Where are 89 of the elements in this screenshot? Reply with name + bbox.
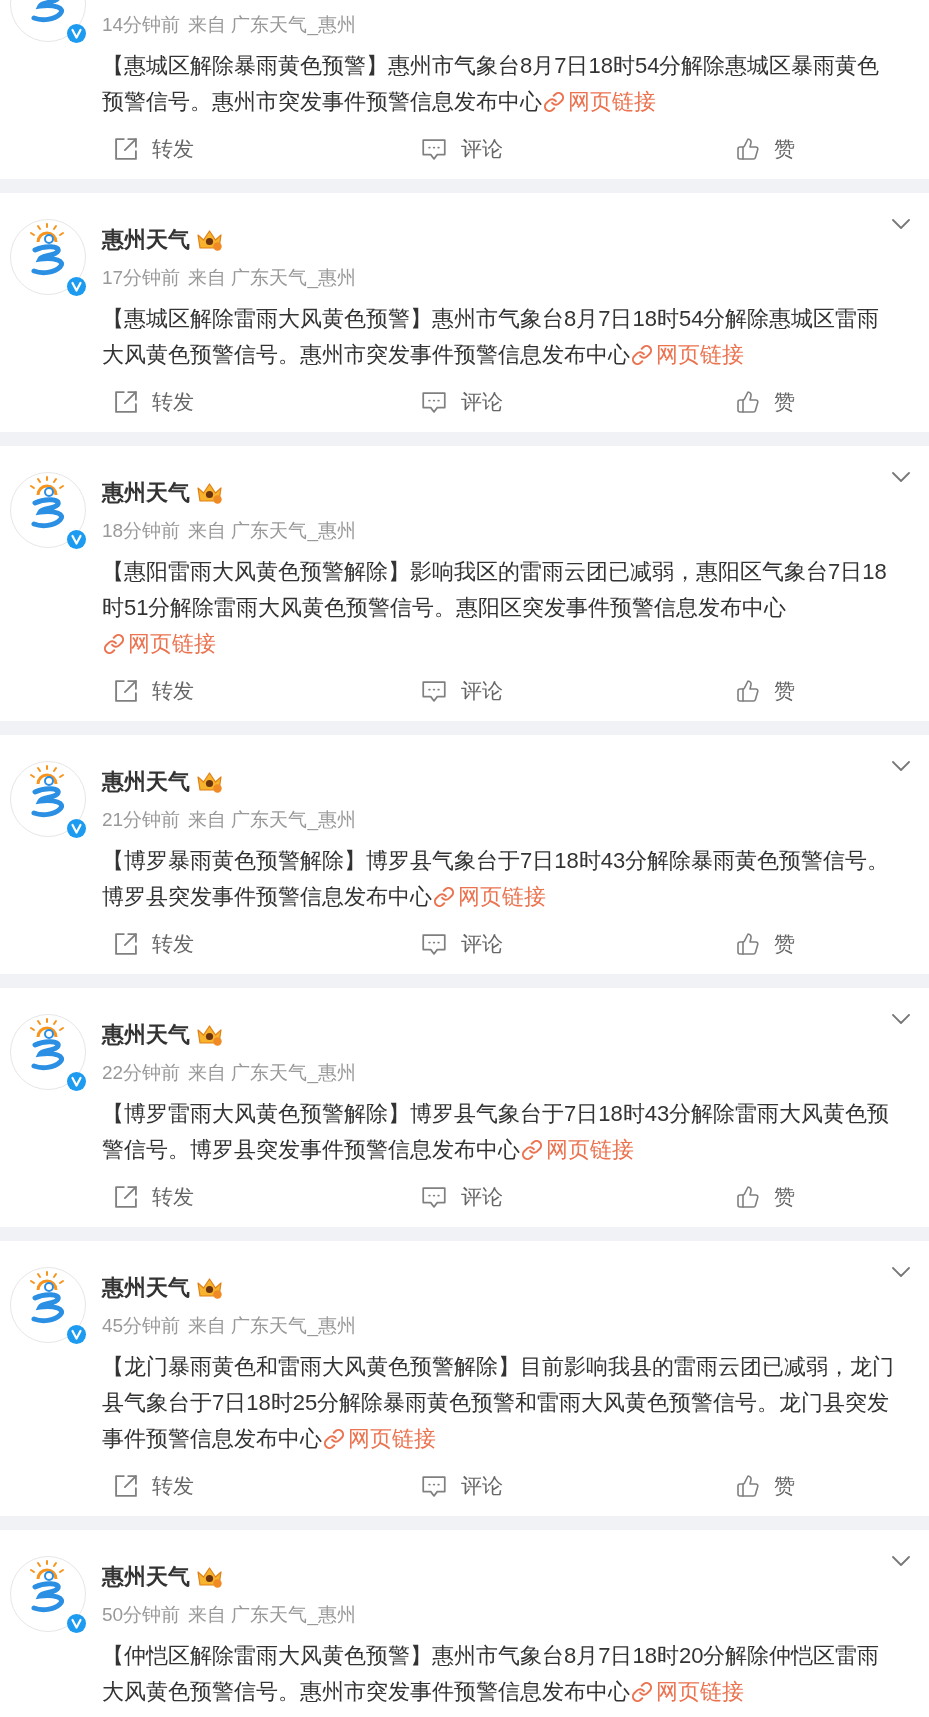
post-time: 21分钟前 — [102, 808, 181, 832]
web-link[interactable]: 网页链接 — [630, 1679, 744, 1704]
like-button[interactable]: 赞 — [737, 387, 795, 417]
web-link[interactable]: 网页链接 — [542, 89, 656, 114]
post-source: 来自 广东天气_惠州 — [188, 1061, 356, 1086]
crown-icon — [196, 1566, 223, 1588]
author-name[interactable]: 惠州天气 — [102, 761, 190, 803]
post-text: 【惠城区解除雷雨大风黄色预警】惠州市气象台8月7日18时54分解除惠城区雷雨大风黄色预警信号。惠州市突发事件预警信息发布中心 网页链接 — [102, 305, 881, 369]
comment-button[interactable]: 评论 — [422, 134, 503, 164]
like-button[interactable]: 赞 — [737, 929, 795, 959]
post-time: 17分钟前 — [102, 266, 181, 290]
comment-button[interactable]: 评论 — [422, 676, 503, 706]
chevron-down-icon[interactable] — [892, 1556, 910, 1566]
comment-icon — [422, 138, 446, 160]
post-text: 【惠城区解除暴雨黄色预警】惠州市气象台8月7日18时54分解除惠城区暴雨黄色预警信号。惠州市突发事件预警信息发布中心 网页链接 — [102, 52, 881, 116]
share-icon — [115, 138, 137, 160]
like-button[interactable]: 赞 — [737, 1182, 795, 1212]
share-icon — [115, 1186, 137, 1208]
repost-button[interactable]: 转发 — [115, 1182, 194, 1212]
repost-button[interactable]: 转发 — [115, 387, 194, 417]
comment-icon — [422, 391, 446, 413]
crown-icon — [196, 1024, 223, 1046]
share-icon — [115, 680, 137, 702]
repost-button[interactable]: 转发 — [115, 134, 194, 164]
crown-icon — [196, 771, 223, 793]
share-icon — [115, 933, 137, 955]
author-name[interactable]: 惠州天气 — [102, 472, 190, 514]
author-name[interactable]: 惠州天气 — [102, 1014, 190, 1056]
repost-button[interactable]: 转发 — [115, 676, 194, 706]
chevron-down-icon[interactable] — [892, 761, 910, 771]
thumbs-up-icon — [737, 138, 759, 160]
post-time: 50分钟前 — [102, 1603, 181, 1627]
link-icon — [522, 1140, 542, 1160]
crown-icon — [196, 482, 223, 504]
share-icon — [115, 1475, 137, 1497]
post-time: 45分钟前 — [102, 1314, 181, 1338]
post-source: 来自 广东天气_惠州 — [188, 808, 356, 833]
post-text: 【博罗暴雨黄色预警解除】博罗县气象台于7日18时43分解除暴雨黄色预警信号。博罗县突发事件预警信息发布中心 网页链接 — [102, 847, 891, 911]
post-text: 【博罗雷雨大风黄色预警解除】博罗县气象台于7日18时43分解除雷雨大风黄色预警信号。博罗县突发事件预警信息发布中心 网页链接 — [102, 1100, 891, 1164]
post-time: 14分钟前 — [102, 13, 181, 37]
chevron-down-icon[interactable] — [892, 219, 910, 229]
post-source: 来自 广东天气_惠州 — [188, 266, 356, 291]
post-source: 来自 广东天气_惠州 — [188, 13, 356, 38]
post-text: 【仲恺区解除雷雨大风黄色预警】惠州市气象台8月7日18时20分解除仲恺区雷雨大风黄色预警信号。惠州市突发事件预警信息发布中心 网页链接 — [102, 1642, 881, 1706]
thumbs-up-icon — [737, 1475, 759, 1497]
comment-button[interactable]: 评论 — [422, 1471, 503, 1501]
thumbs-up-icon — [737, 933, 759, 955]
web-link[interactable]: 网页链接 — [102, 631, 216, 656]
crown-icon — [196, 229, 223, 251]
author-name[interactable]: 惠州天气 — [102, 1556, 190, 1598]
post-time: 22分钟前 — [102, 1061, 181, 1085]
link-icon — [632, 1682, 652, 1702]
comment-icon — [422, 680, 446, 702]
thumbs-up-icon — [737, 391, 759, 413]
repost-button[interactable]: 转发 — [115, 1471, 194, 1501]
link-icon — [544, 92, 564, 112]
author-name[interactable]: 惠州天气 — [102, 1267, 190, 1309]
like-button[interactable]: 赞 — [737, 134, 795, 164]
comment-button[interactable]: 评论 — [422, 387, 503, 417]
post-text: 【龙门暴雨黄色和雷雨大风黄色预警解除】目前影响我县的雷雨云团已减弱，龙门县气象台于7日18时25分解除暴雨黄色预警和雷雨大风黄色预警信号。龙门县突发事件预警信息发布中心 网页链接 — [102, 1353, 895, 1453]
chevron-down-icon[interactable] — [892, 472, 910, 482]
post-source: 来自 广东天气_惠州 — [188, 1603, 356, 1628]
post-text: 【惠阳雷雨大风黄色预警解除】影响我区的雷雨云团已减弱，惠阳区气象台7日18时51分解除雷雨大风黄色预警信号。惠阳区突发事件预警信息发布中心 网页链接 — [102, 558, 888, 658]
link-icon — [104, 634, 124, 654]
post-time: 18分钟前 — [102, 519, 181, 543]
link-icon — [434, 887, 454, 907]
chevron-down-icon[interactable] — [892, 1014, 910, 1024]
web-link[interactable]: 网页链接 — [520, 1137, 634, 1162]
repost-button[interactable]: 转发 — [115, 929, 194, 959]
like-button[interactable]: 赞 — [737, 676, 795, 706]
comment-button[interactable]: 评论 — [422, 1182, 503, 1212]
link-icon — [632, 345, 652, 365]
post-source: 来自 广东天气_惠州 — [188, 519, 356, 544]
crown-icon — [196, 1277, 223, 1299]
chevron-down-icon[interactable] — [892, 1267, 910, 1277]
thumbs-up-icon — [737, 680, 759, 702]
comment-icon — [422, 1186, 446, 1208]
web-link[interactable]: 网页链接 — [630, 342, 744, 367]
like-button[interactable]: 赞 — [737, 1471, 795, 1501]
post-source: 来自 广东天气_惠州 — [188, 1314, 356, 1339]
thumbs-up-icon — [737, 1186, 759, 1208]
author-name[interactable]: 惠州天气 — [102, 219, 190, 261]
comment-button[interactable]: 评论 — [422, 929, 503, 959]
web-link[interactable]: 网页链接 — [322, 1426, 436, 1451]
web-link[interactable]: 网页链接 — [432, 884, 546, 909]
share-icon — [115, 391, 137, 413]
comment-icon — [422, 1475, 446, 1497]
comment-icon — [422, 933, 446, 955]
link-icon — [324, 1429, 344, 1449]
